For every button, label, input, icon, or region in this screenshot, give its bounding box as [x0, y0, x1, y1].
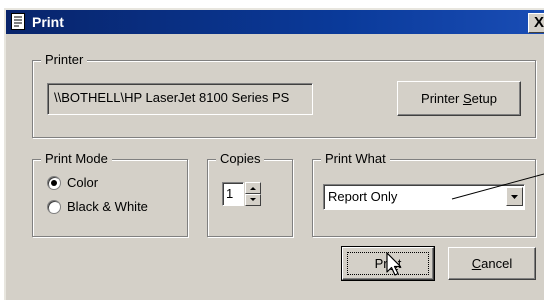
mouse-pointer-icon: [386, 252, 402, 276]
annotation-line: [451, 173, 544, 200]
